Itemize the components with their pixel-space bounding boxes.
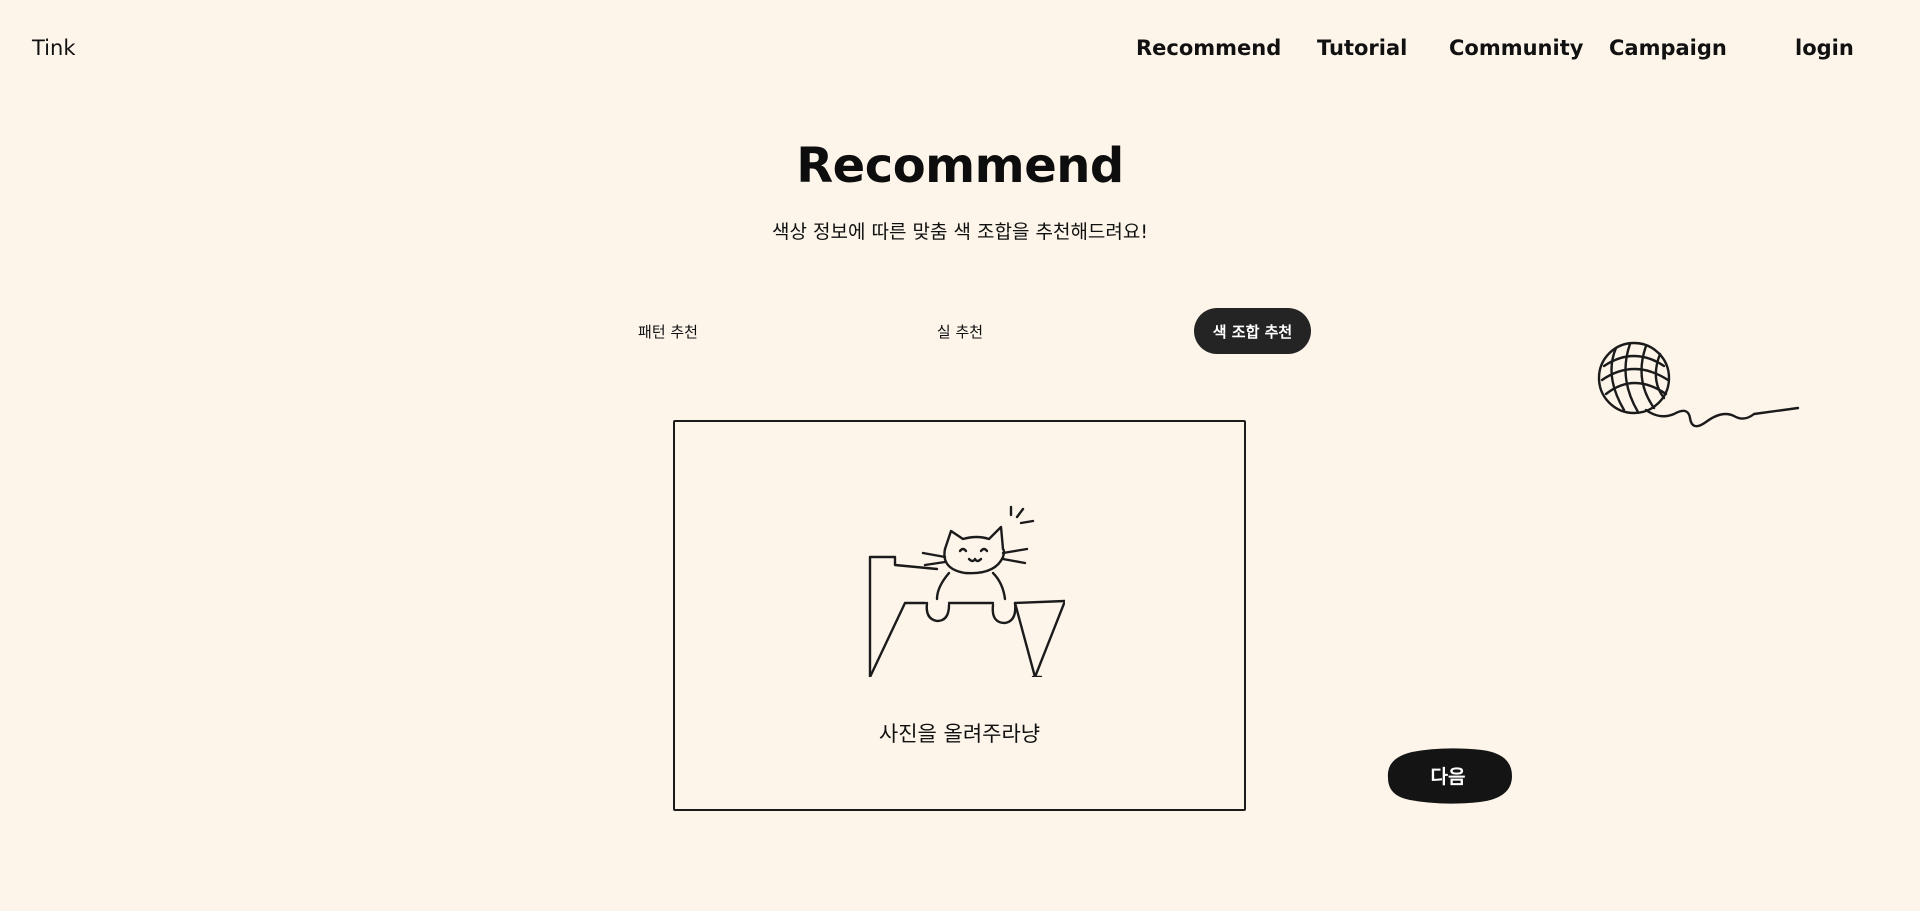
page-title: Recommend <box>796 138 1124 194</box>
next-button-label: 다음 <box>1430 765 1466 788</box>
logo-link[interactable]: Tink <box>32 36 76 60</box>
upload-prompt-text: 사진을 올려주라냥 <box>878 722 1041 746</box>
page-subtitle: 색상 정보에 따른 맞춤 색 조합을 추천해드려요! <box>772 221 1148 243</box>
nav-community[interactable]: Community <box>1449 36 1583 60</box>
page: Tink Recommend Tutorial Community Campai… <box>0 0 1920 911</box>
cat-in-folder-icon <box>868 505 1065 677</box>
nav-tutorial[interactable]: Tutorial <box>1317 36 1407 60</box>
nav-login[interactable]: login <box>1795 36 1854 60</box>
yarn-ball-icon <box>1597 341 1800 428</box>
photo-upload-dropzone[interactable]: 사진을 올려주라냥 <box>673 420 1246 811</box>
tab-pattern-recommend[interactable]: 패턴 추천 <box>610 308 726 354</box>
tab-yarn-recommend[interactable]: 실 추천 <box>902 308 1018 354</box>
nav-campaign[interactable]: Campaign <box>1609 36 1727 60</box>
next-button[interactable]: 다음 <box>1382 744 1514 806</box>
tab-color-combo-recommend[interactable]: 색 조합 추천 <box>1194 308 1311 354</box>
nav-recommend[interactable]: Recommend <box>1136 36 1281 60</box>
